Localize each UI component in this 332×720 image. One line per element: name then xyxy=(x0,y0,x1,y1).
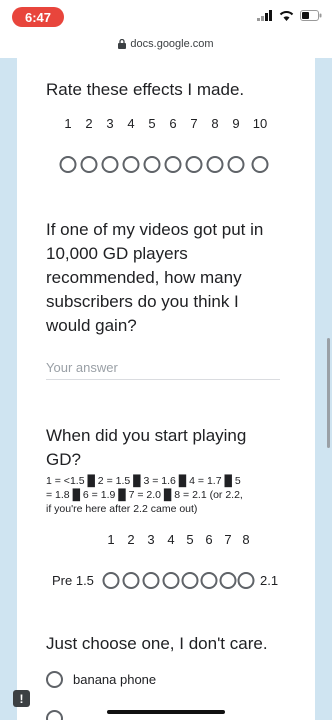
rating-radio[interactable] xyxy=(185,156,203,173)
signal-icon xyxy=(257,10,272,21)
option-banana-phone[interactable]: banana phone xyxy=(46,671,156,688)
scale-label: 9 xyxy=(232,116,240,131)
scale-label: 6 xyxy=(205,532,213,547)
scale-radio[interactable] xyxy=(122,572,140,589)
scale-label: 2 xyxy=(85,116,93,131)
scale-label: 7 xyxy=(190,116,198,131)
scrollbar[interactable] xyxy=(327,338,330,448)
url-text: docs.google.com xyxy=(130,38,214,50)
home-indicator[interactable] xyxy=(107,710,225,714)
scale-radio[interactable] xyxy=(181,572,199,589)
option-next[interactable] xyxy=(46,710,63,720)
question-3-description: 1 = <1.5 █ 2 = 1.5 █ 3 = 1.6 █ 4 = 1.7 █… xyxy=(46,475,243,515)
status-bar: 6:47 xyxy=(0,0,332,34)
lock-icon xyxy=(118,39,127,49)
scale-label: 5 xyxy=(148,116,156,131)
scale-label: 3 xyxy=(106,116,114,131)
scale-radio[interactable] xyxy=(200,572,218,589)
option-radio[interactable] xyxy=(46,710,63,720)
answer-input[interactable] xyxy=(46,356,280,380)
scale-label: 8 xyxy=(211,116,219,131)
scale-label: 4 xyxy=(167,532,175,547)
scale-label: 5 xyxy=(186,532,194,547)
scale-radio[interactable] xyxy=(142,572,160,589)
question-1-scale: 1 2 3 4 5 6 7 8 9 10 xyxy=(17,116,315,176)
form-page: Rate these effects I made. 1 2 3 4 5 6 7… xyxy=(0,58,332,720)
rating-radio[interactable] xyxy=(80,156,98,173)
form-card: Rate these effects I made. 1 2 3 4 5 6 7… xyxy=(17,58,315,720)
rating-radio[interactable] xyxy=(101,156,119,173)
question-3-title: When did you start playing GD? xyxy=(46,426,247,469)
rating-radio[interactable] xyxy=(227,156,245,173)
option-label: banana phone xyxy=(73,672,157,687)
scale-label: 7 xyxy=(224,532,232,547)
rating-radio[interactable] xyxy=(143,156,161,173)
rating-radio[interactable] xyxy=(122,156,140,173)
scale-radio[interactable] xyxy=(219,572,237,589)
question-3-scale: 1 2 3 4 5 6 7 8 Pre 1.5 2.1 xyxy=(17,532,315,592)
scale-radio[interactable] xyxy=(162,572,180,589)
question-4-title: Just choose one, I don't care. xyxy=(46,634,268,653)
rating-radio[interactable] xyxy=(164,156,182,173)
scale-label: 10 xyxy=(252,116,268,131)
scale-label: 8 xyxy=(242,532,250,547)
scale-label: 6 xyxy=(169,116,177,131)
battery-icon xyxy=(300,10,322,21)
scale-label: 4 xyxy=(127,116,135,131)
option-radio[interactable] xyxy=(46,671,63,688)
scale-radio[interactable] xyxy=(102,572,120,589)
rating-radio[interactable] xyxy=(251,156,269,173)
scale-radio[interactable] xyxy=(237,572,255,589)
scale-label: 1 xyxy=(107,532,115,547)
question-2-title: If one of my videos got put in 10,000 GD… xyxy=(46,220,264,335)
wifi-icon xyxy=(279,11,294,21)
scale-label: 3 xyxy=(147,532,155,547)
address-bar[interactable]: docs.google.com xyxy=(0,34,332,54)
scale-label: 2 xyxy=(127,532,135,547)
question-1-title: Rate these effects I made. xyxy=(46,80,245,99)
scale-label: 1 xyxy=(64,116,72,131)
rating-radio[interactable] xyxy=(206,156,224,173)
scale-high-label: 2.1 xyxy=(260,573,279,588)
status-time: 6:47 xyxy=(12,7,64,27)
rating-radio[interactable] xyxy=(59,156,77,173)
status-icons xyxy=(257,10,322,21)
scale-low-label: Pre 1.5 xyxy=(52,573,94,588)
report-icon[interactable]: ! xyxy=(13,690,30,707)
